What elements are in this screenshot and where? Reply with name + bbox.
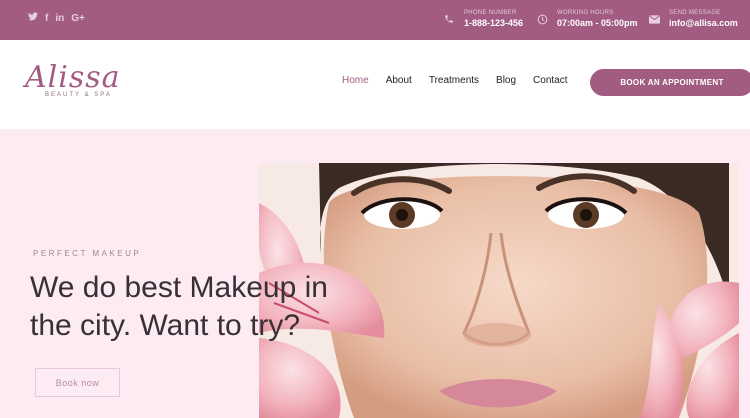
logo-tagline: BEAUTY & SPA: [45, 92, 112, 98]
nav-item-contact[interactable]: Contact: [533, 75, 567, 86]
main-nav: Home About Treatments Blog Contact: [342, 75, 568, 86]
hero-section: PERFECT MAKEUP We do best Makeup in the …: [0, 129, 750, 418]
phone-info: PHONE NUMBER 1-888-123-456: [440, 9, 523, 30]
google-plus-icon[interactable]: G+: [71, 12, 85, 26]
hours-info: WORKING HOURS 07:00am - 05:00pm: [533, 9, 638, 30]
message-info: SEND MESSAGE info@allisa.com: [645, 9, 738, 30]
nav-item-treatments[interactable]: Treatments: [429, 75, 479, 86]
message-value[interactable]: info@allisa.com: [669, 17, 738, 30]
hero-eyebrow: PERFECT MAKEUP: [33, 249, 142, 258]
logo-name: Alissa: [25, 60, 121, 95]
twitter-icon[interactable]: [28, 12, 38, 26]
message-label: SEND MESSAGE: [669, 10, 721, 16]
site-header: Alissa BEAUTY & SPA Home About Treatment…: [0, 40, 750, 129]
linkedin-icon[interactable]: in: [55, 12, 64, 26]
clock-icon: [533, 10, 551, 28]
nav-item-blog[interactable]: Blog: [496, 75, 516, 86]
hours-value: 07:00am - 05:00pm: [557, 18, 638, 28]
nav-item-about[interactable]: About: [386, 75, 412, 86]
nav-item-home[interactable]: Home: [342, 75, 369, 86]
phone-icon: [440, 10, 458, 28]
social-links: f in G+: [28, 12, 85, 26]
logo[interactable]: Alissa BEAUTY & SPA: [25, 60, 135, 99]
envelope-icon: [645, 10, 663, 28]
phone-value[interactable]: 1-888-123-456: [464, 17, 523, 30]
facebook-icon[interactable]: f: [45, 12, 48, 26]
phone-label: PHONE NUMBER: [464, 10, 517, 16]
book-now-button[interactable]: Book now: [35, 368, 120, 397]
top-bar: f in G+ PHONE NUMBER 1-888-123-456 WORKI…: [0, 0, 750, 40]
book-appointment-button[interactable]: BOOK AN APPOINTMENT: [590, 69, 750, 96]
hero-headline: We do best Makeup in the city. Want to t…: [30, 271, 328, 342]
hours-label: WORKING HOURS: [557, 10, 614, 16]
